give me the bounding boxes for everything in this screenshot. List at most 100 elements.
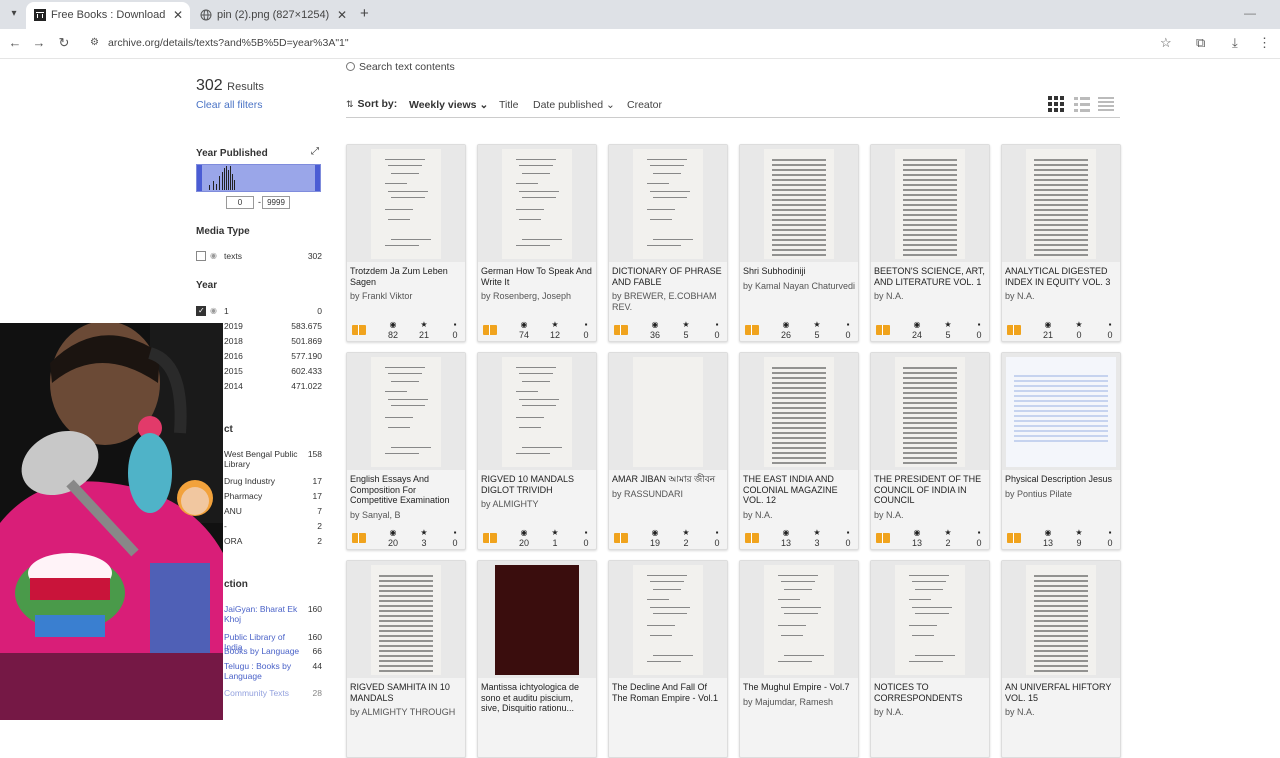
site-info-icon[interactable]: ⚙ bbox=[90, 37, 99, 48]
sort-title[interactable]: Title bbox=[499, 99, 518, 111]
item-card[interactable]: Physical Description Jesus by Pontius Pil… bbox=[1001, 352, 1121, 550]
year-min-input[interactable]: 0 bbox=[226, 196, 254, 209]
year-histogram[interactable] bbox=[196, 164, 321, 192]
item-card[interactable]: English Essays And Composition For Compe… bbox=[346, 352, 466, 550]
tab-search-chevron-icon[interactable]: ▾ bbox=[4, 5, 24, 23]
item-card[interactable]: THE PRESIDENT OF THE COUNCIL OF INDIA IN… bbox=[870, 352, 990, 550]
item-title[interactable]: BEETON'S SCIENCE, ART, AND LITERATURE VO… bbox=[874, 266, 986, 287]
item-thumbnail[interactable] bbox=[1002, 561, 1120, 678]
item-card[interactable]: The Mughul Empire - Vol.7 by Majumdar, Ra… bbox=[739, 560, 859, 758]
item-title[interactable]: German How To Speak And Write It bbox=[481, 266, 593, 287]
subject-filter[interactable]: ANU 7 bbox=[224, 506, 322, 516]
item-thumbnail[interactable] bbox=[871, 145, 989, 262]
extensions-puzzle-icon[interactable]: ⧉ bbox=[1196, 35, 1205, 51]
grid-view-icon[interactable] bbox=[1048, 96, 1064, 112]
item-title[interactable]: AN UNIVERFAL HIFTORY VOL. 15 bbox=[1005, 682, 1117, 703]
subject-filter[interactable]: Pharmacy 17 bbox=[224, 491, 322, 501]
item-thumbnail[interactable] bbox=[1002, 145, 1120, 262]
year-max-input[interactable]: 9999 bbox=[262, 196, 290, 209]
item-title[interactable]: Trotzdem Ja Zum Leben Sagen bbox=[350, 266, 462, 287]
year-filter-2018[interactable]: 2018 501.869 bbox=[224, 336, 322, 346]
item-title[interactable]: The Decline And Fall Of The Roman Empire… bbox=[612, 682, 724, 703]
item-thumbnail[interactable] bbox=[740, 353, 858, 470]
item-card[interactable]: Mantissa ichtyologica de sono et auditu … bbox=[477, 560, 597, 758]
collection-filter[interactable]: Telugu : Books by Language 44 bbox=[224, 661, 322, 681]
item-title[interactable]: RIGVED SAMHITA IN 10 MANDALS bbox=[350, 682, 462, 703]
item-creator[interactable]: by Pontius Pilate bbox=[1005, 489, 1119, 500]
item-creator[interactable]: by N.A. bbox=[1005, 707, 1119, 718]
item-thumbnail[interactable] bbox=[478, 145, 596, 262]
item-card[interactable]: ANALYTICAL DIGESTED INDEX IN EQUITY VOL.… bbox=[1001, 144, 1121, 342]
item-title[interactable]: RIGVED 10 MANDALS DIGLOT TRIVIDH bbox=[481, 474, 593, 495]
item-card[interactable]: AN UNIVERFAL HIFTORY VOL. 15 by N.A. bbox=[1001, 560, 1121, 758]
histogram-right-handle[interactable] bbox=[315, 165, 320, 191]
item-thumbnail[interactable] bbox=[740, 561, 858, 678]
compact-list-view-icon[interactable] bbox=[1098, 96, 1114, 112]
item-card[interactable]: Trotzdem Ja Zum Leben Sagen by Frankl Vik… bbox=[346, 144, 466, 342]
radio-button[interactable] bbox=[346, 62, 355, 71]
item-thumbnail[interactable] bbox=[347, 353, 465, 470]
item-title[interactable]: Physical Description Jesus bbox=[1005, 474, 1117, 485]
browser-tab-inactive[interactable]: pin (2).png (827×1254) ✕ bbox=[192, 2, 354, 29]
item-title[interactable]: Mantissa ichtyologica de sono et auditu … bbox=[481, 682, 593, 714]
item-creator[interactable]: by ALMIGHTY bbox=[481, 499, 595, 510]
item-title[interactable]: ANALYTICAL DIGESTED INDEX IN EQUITY VOL.… bbox=[1005, 266, 1117, 287]
collection-filter[interactable]: Books by Language 66 bbox=[224, 646, 322, 656]
item-card[interactable]: BEETON'S SCIENCE, ART, AND LITERATURE VO… bbox=[870, 144, 990, 342]
item-creator[interactable]: by Frankl Viktor bbox=[350, 291, 464, 302]
close-tab-icon[interactable]: ✕ bbox=[337, 2, 347, 28]
item-creator[interactable]: by N.A. bbox=[874, 291, 988, 302]
address-bar[interactable]: ⚙ archive.org/details/texts?and%5B%5D=ye… bbox=[84, 33, 1184, 55]
item-card[interactable]: NOTICES TO CORRESPONDENTS by N.A. bbox=[870, 560, 990, 758]
more-menu-icon[interactable]: ⋮ bbox=[1258, 35, 1271, 51]
item-creator[interactable]: by N.A. bbox=[874, 707, 988, 718]
eye-icon[interactable]: ◉ bbox=[210, 306, 217, 315]
item-thumbnail[interactable] bbox=[478, 353, 596, 470]
item-thumbnail[interactable] bbox=[347, 561, 465, 678]
subject-filter[interactable]: -2 bbox=[224, 521, 322, 531]
item-thumbnail[interactable] bbox=[1002, 353, 1120, 470]
year-filter-1[interactable]: ◉ 1 0 bbox=[196, 304, 322, 318]
item-creator[interactable]: by Kamal Nayan Chaturvedi bbox=[743, 281, 857, 292]
item-creator[interactable]: by Rosenberg, Joseph bbox=[481, 291, 595, 302]
item-thumbnail[interactable] bbox=[609, 353, 727, 470]
search-text-contents-option[interactable]: Search text contents bbox=[346, 61, 455, 73]
item-title[interactable]: NOTICES TO CORRESPONDENTS bbox=[874, 682, 986, 703]
minimize-window-icon[interactable]: — bbox=[1244, 6, 1256, 20]
item-thumbnail[interactable] bbox=[478, 561, 596, 678]
item-title[interactable]: English Essays And Composition For Compe… bbox=[350, 474, 462, 506]
list-detail-view-icon[interactable] bbox=[1074, 96, 1090, 112]
subject-filter[interactable]: West Bengal Public Library 158 bbox=[224, 449, 322, 469]
sort-creator[interactable]: Creator bbox=[627, 99, 662, 111]
item-card[interactable]: RIGVED SAMHITA IN 10 MANDALS by ALMIGHTY … bbox=[346, 560, 466, 758]
item-thumbnail[interactable] bbox=[347, 145, 465, 262]
year-filter-2016[interactable]: 2016 577.190 bbox=[224, 351, 322, 361]
new-tab-plus-icon[interactable]: + bbox=[360, 5, 369, 22]
eye-icon[interactable]: ◉ bbox=[210, 251, 217, 260]
item-thumbnail[interactable] bbox=[740, 145, 858, 262]
browser-tab-active[interactable]: Free Books : Download & Strea ✕ bbox=[26, 2, 190, 29]
year-filter-2014[interactable]: 2014 471.022 bbox=[224, 381, 322, 391]
item-creator[interactable]: by RASSUNDARI bbox=[612, 489, 726, 500]
item-thumbnail[interactable] bbox=[871, 561, 989, 678]
clear-all-filters-link[interactable]: Clear all filters bbox=[196, 99, 263, 111]
item-creator[interactable]: by ALMIGHTY THROUGH bbox=[350, 707, 464, 718]
item-creator[interactable]: by N.A. bbox=[1005, 291, 1119, 302]
subject-filter[interactable]: Drug Industry 17 bbox=[224, 476, 322, 486]
year-filter-2015[interactable]: 2015 602.433 bbox=[224, 366, 322, 376]
download-icon[interactable]: ⤓ bbox=[1232, 35, 1238, 51]
collection-filter[interactable]: JaiGyan: Bharat Ek Khoj 160 bbox=[224, 604, 322, 624]
item-card[interactable]: THE EAST INDIA AND COLONIAL MAGAZINE VOL… bbox=[739, 352, 859, 550]
close-tab-icon[interactable]: ✕ bbox=[173, 2, 183, 28]
collection-filter[interactable]: Community Texts 28 bbox=[224, 688, 322, 698]
forward-arrow-icon[interactable]: → bbox=[30, 35, 48, 50]
back-arrow-icon[interactable]: ← bbox=[6, 35, 24, 50]
item-title[interactable]: The Mughul Empire - Vol.7 bbox=[743, 682, 855, 693]
sort-weekly-views[interactable]: Weekly views ⌄ bbox=[409, 99, 488, 111]
expand-icon[interactable]: ⤢ bbox=[311, 146, 319, 157]
item-card[interactable]: German How To Speak And Write It by Rosen… bbox=[477, 144, 597, 342]
bookmark-star-icon[interactable]: ☆ bbox=[1160, 35, 1172, 51]
sort-date-published[interactable]: Date published ⌄ bbox=[533, 99, 615, 111]
item-title[interactable]: AMAR JIBAN আমার জীবন bbox=[612, 474, 724, 485]
item-thumbnail[interactable] bbox=[609, 561, 727, 678]
